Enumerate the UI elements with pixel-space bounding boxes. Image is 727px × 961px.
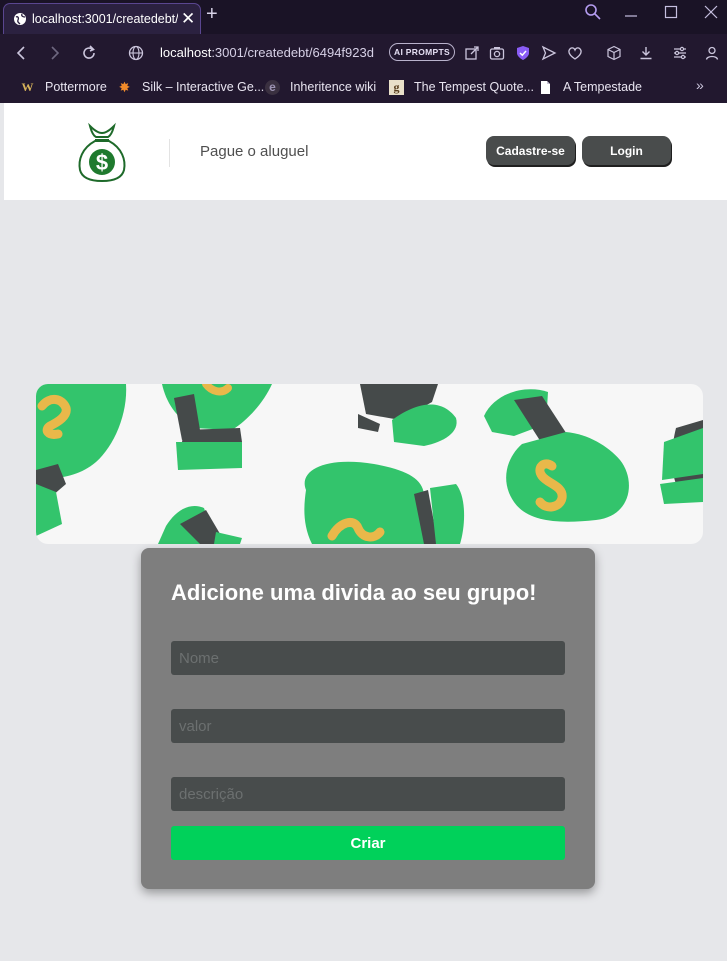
download-icon[interactable] bbox=[636, 43, 656, 63]
create-debt-button[interactable]: Criar bbox=[171, 826, 565, 860]
maximize-icon[interactable] bbox=[664, 5, 678, 19]
close-tab-icon[interactable]: ✕ bbox=[181, 9, 195, 29]
bookmark-label: Silk – Interactive Ge... bbox=[142, 80, 265, 94]
money-bag-illustration bbox=[660, 420, 703, 504]
bookmark-label: A Tempestade bbox=[563, 80, 642, 94]
minimize-icon[interactable] bbox=[624, 8, 638, 22]
bookmark-inheritence-wiki[interactable]: e Inheritence wiki bbox=[265, 78, 376, 96]
bookmark-label: Inheritence wiki bbox=[290, 80, 377, 94]
heart-icon[interactable] bbox=[565, 43, 585, 63]
site-header: $ Pague o aluguel Cadastre-se Login bbox=[4, 103, 727, 200]
settings-sliders-icon[interactable] bbox=[670, 43, 690, 63]
value-input[interactable] bbox=[171, 709, 565, 743]
camera-icon[interactable] bbox=[487, 43, 507, 63]
url-host: localhost bbox=[160, 45, 212, 60]
money-bag-illustration bbox=[358, 384, 457, 446]
money-bag-logo-icon[interactable]: $ bbox=[76, 120, 128, 182]
name-input[interactable] bbox=[171, 641, 565, 675]
browser-toolbar: localhost:3001/createdebt/6494f923d AI P… bbox=[0, 34, 727, 71]
bookmark-a-tempestade[interactable]: A Tempestade bbox=[538, 78, 642, 96]
money-bag-illustration bbox=[484, 389, 629, 522]
ai-prompts-button[interactable]: AI PROMPTS bbox=[389, 43, 455, 61]
nav-link-pay-rent[interactable]: Pague o aluguel bbox=[200, 143, 308, 160]
reload-icon[interactable] bbox=[79, 43, 99, 63]
browser-tab-strip: localhost:3001/createdebt/ ✕ + bbox=[0, 0, 727, 34]
address-bar[interactable]: localhost:3001/createdebt/6494f923d bbox=[160, 45, 382, 60]
goodreads-favicon-icon: g bbox=[389, 79, 404, 95]
back-icon[interactable] bbox=[12, 43, 32, 63]
money-bags-pattern bbox=[36, 384, 703, 544]
browser-tab-active[interactable]: localhost:3001/createdebt/ ✕ bbox=[3, 3, 201, 34]
bookmark-label: Pottermore bbox=[45, 80, 107, 94]
cube-icon[interactable] bbox=[604, 43, 624, 63]
profile-icon[interactable] bbox=[702, 43, 722, 63]
search-tabs-icon[interactable] bbox=[584, 3, 602, 21]
svg-text:$: $ bbox=[96, 150, 108, 175]
shield-icon[interactable] bbox=[513, 43, 533, 63]
money-bag-illustration bbox=[304, 461, 465, 544]
tab-title: localhost:3001/createdebt/ bbox=[32, 12, 178, 26]
globe-icon bbox=[14, 13, 26, 25]
create-debt-card: Adicione uma divida ao seu grupo! Criar bbox=[141, 548, 595, 889]
header-divider bbox=[169, 139, 170, 167]
money-bag-illustration bbox=[36, 384, 127, 536]
site-info-icon[interactable] bbox=[126, 43, 146, 63]
money-bag-illustration bbox=[158, 506, 242, 544]
signup-button[interactable]: Cadastre-se bbox=[486, 136, 575, 165]
bookmark-pottermore[interactable]: W Pottermore bbox=[20, 78, 107, 96]
forward-icon[interactable] bbox=[45, 43, 65, 63]
description-input[interactable] bbox=[171, 777, 565, 811]
send-icon[interactable] bbox=[539, 43, 559, 63]
wiki-favicon-icon: e bbox=[265, 79, 280, 95]
more-bookmarks-icon[interactable]: » bbox=[696, 77, 704, 93]
document-icon bbox=[541, 80, 550, 94]
url-path: :3001/createdebt/6494f923d bbox=[211, 45, 374, 60]
bookmark-silk[interactable]: ✸ Silk – Interactive Ge... bbox=[117, 78, 265, 96]
bookmark-tempest-quotes[interactable]: g The Tempest Quote... bbox=[389, 78, 534, 96]
form-title: Adicione uma divida ao seu grupo! bbox=[171, 580, 537, 605]
close-window-icon[interactable] bbox=[704, 5, 718, 19]
money-bag-illustration bbox=[162, 384, 272, 470]
login-button[interactable]: Login bbox=[582, 136, 671, 165]
bookmarks-bar: W Pottermore ✸ Silk – Interactive Ge... … bbox=[0, 71, 727, 103]
hero-banner bbox=[36, 384, 703, 544]
new-tab-button[interactable]: + bbox=[206, 3, 218, 25]
share-icon[interactable] bbox=[462, 43, 482, 63]
silk-favicon-icon: ✸ bbox=[118, 78, 131, 95]
bookmark-label: The Tempest Quote... bbox=[414, 80, 534, 94]
pottermore-favicon-icon: W bbox=[21, 79, 34, 94]
